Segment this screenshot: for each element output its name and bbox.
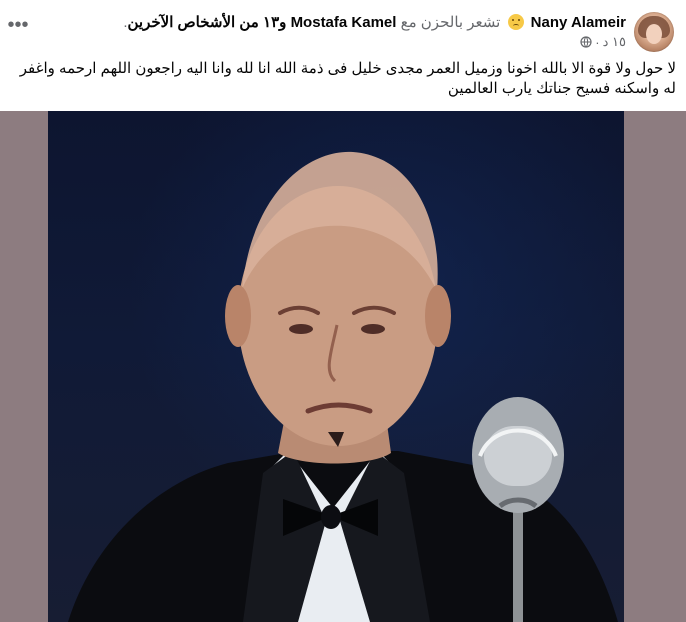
meta-separator: · xyxy=(595,34,600,50)
more-options-button[interactable]: ••• xyxy=(5,12,31,38)
avatar-face xyxy=(646,24,662,44)
feeling-text: تشعر بالحزن مع xyxy=(400,14,501,31)
post-header: Nany Alameir تشعر بالحزن مع Mostafa Kame… xyxy=(0,0,686,56)
sad-face-emoji-icon xyxy=(507,14,524,30)
tagged-person-link[interactable]: Mostafa Kamel xyxy=(291,14,397,31)
post-time[interactable]: ١٥ د xyxy=(603,34,626,50)
more-options-icon: ••• xyxy=(7,14,29,36)
post-photo-area[interactable] xyxy=(0,111,686,622)
author-name[interactable]: Nany Alameir xyxy=(531,14,626,31)
post-photo[interactable] xyxy=(48,111,624,622)
post-meta: ١٥ د · xyxy=(580,34,626,50)
post-message: لا حول ولا قوة الا بالله اخونا وزميل الع… xyxy=(19,60,676,97)
globe-icon[interactable] xyxy=(580,36,592,48)
tagged-others-link[interactable]: و١٣ من الأشخاص الآخرين xyxy=(128,14,287,31)
facebook-post: Nany Alameir تشعر بالحزن مع Mostafa Kame… xyxy=(0,0,686,622)
post-title-line: Nany Alameir تشعر بالحزن مع Mostafa Kame… xyxy=(123,13,626,32)
author-avatar[interactable] xyxy=(634,12,674,52)
person-with-microphone-image xyxy=(68,151,618,622)
